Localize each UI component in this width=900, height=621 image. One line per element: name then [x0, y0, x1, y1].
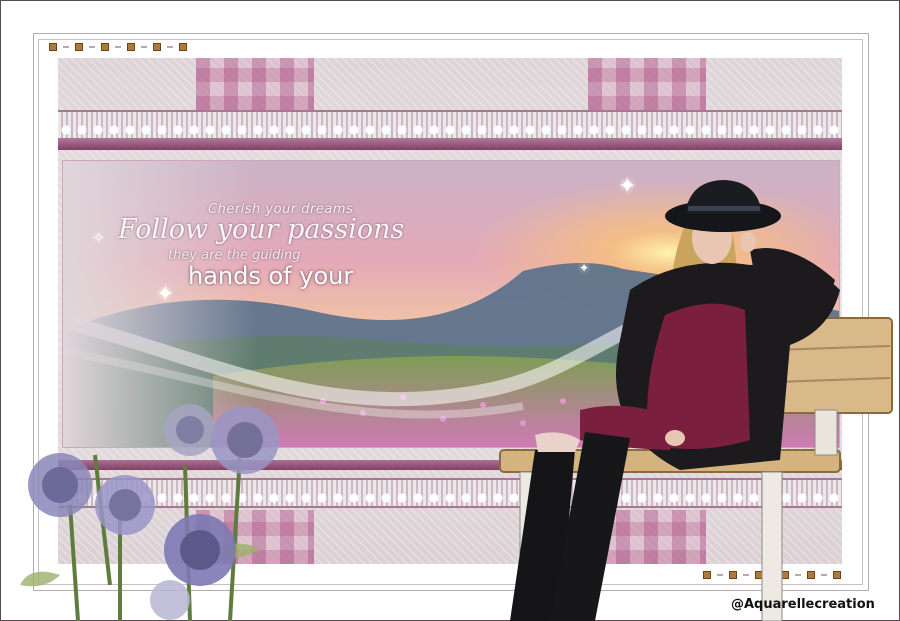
- dot-ornament-icon: [49, 43, 57, 51]
- quote-text: Cherish your dreams Follow your passions…: [118, 196, 404, 296]
- artist-signature: @Aquarellecreation: [731, 597, 875, 612]
- plaid-block-top-left: [196, 58, 314, 110]
- dot-ornament-icon: [127, 43, 135, 51]
- dot-ornament-icon: [75, 43, 83, 51]
- artwork-canvas: ✦ ✦ ✧ ✦ Cherish your dreams Follow your …: [0, 0, 900, 621]
- thistle-bloom: [150, 580, 190, 620]
- quote-line-4: hands of your: [188, 262, 354, 290]
- dot-ornament-icon: [179, 43, 187, 51]
- quote-line-3: they are the guiding: [168, 248, 301, 263]
- thistle-bloom: [164, 514, 236, 586]
- thistle-flowers: [20, 404, 279, 621]
- dot-ornament-icon: [153, 43, 161, 51]
- thistle-bloom: [28, 453, 92, 517]
- thistle-bloom: [164, 404, 216, 456]
- lace-border-top: [58, 110, 842, 140]
- thistle-bloom: [211, 406, 279, 474]
- dot-ornament-top: [49, 43, 187, 51]
- dot-ornament-icon: [101, 43, 109, 51]
- plaid-block-top-right: [588, 58, 706, 110]
- quote-line-2: Follow your passions: [118, 214, 405, 245]
- woman-on-bench: [499, 180, 893, 621]
- thistle-bloom: [95, 475, 155, 535]
- sparkle-icon: ✧: [92, 228, 106, 247]
- mauve-band-top: [58, 140, 842, 150]
